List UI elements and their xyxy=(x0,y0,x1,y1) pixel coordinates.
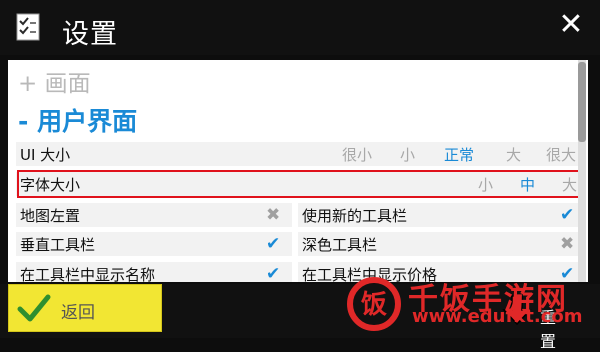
ui-size-label: UI 大小 xyxy=(20,146,71,164)
watermark-url: www.edufkt.com xyxy=(412,306,583,327)
svg-text:饭: 饭 xyxy=(361,290,387,320)
section-user-interface[interactable]: - 用户界面 xyxy=(18,102,137,138)
ui-size-row: UI 大小 很小 小 正常 大 很大 xyxy=(16,142,582,166)
toggle-row[interactable]: 使用新的工具栏 ✔ xyxy=(298,203,582,227)
toggle-label: 垂直工具栏 xyxy=(20,236,96,254)
watermark-logo-icon: 饭 xyxy=(347,277,401,331)
toggle-row[interactable]: 地图左置 ✖ xyxy=(16,203,292,227)
toggle-row[interactable]: 深色工具栏 ✖ xyxy=(298,232,582,256)
back-button[interactable]: 返回 xyxy=(8,284,162,332)
toggle-row[interactable]: 垂直工具栏 ✔ xyxy=(16,232,292,256)
ui-size-option-small[interactable]: 小 xyxy=(400,144,415,165)
ui-size-option-very-large[interactable]: 很大 xyxy=(546,144,576,165)
ui-size-option-large[interactable]: 大 xyxy=(506,144,521,165)
section-display-collapsed[interactable]: + 画面 xyxy=(18,64,91,98)
cross-icon[interactable]: ✖ xyxy=(560,234,574,254)
close-icon: ✕ xyxy=(558,7,584,42)
cross-icon[interactable]: ✖ xyxy=(266,205,280,225)
checklist-icon xyxy=(16,13,40,41)
toggle-label: 在工具栏中显示名称 xyxy=(20,266,156,282)
checkmark-icon xyxy=(17,294,51,322)
scrollbar[interactable] xyxy=(578,60,586,282)
toggle-row[interactable]: 在工具栏中显示名称 ✔ xyxy=(16,262,292,282)
highlight-box xyxy=(17,170,583,198)
toggle-label: 深色工具栏 xyxy=(302,236,378,254)
window-title: 设置 xyxy=(62,19,118,50)
checkmark-icon[interactable]: ✔ xyxy=(560,205,574,225)
ui-size-option-very-small[interactable]: 很小 xyxy=(342,144,372,165)
scrollbar-thumb[interactable] xyxy=(578,62,586,142)
toggle-label: 使用新的工具栏 xyxy=(302,207,408,225)
checkmark-icon[interactable]: ✔ xyxy=(266,234,280,254)
title-bar: 设置 ✕ xyxy=(0,0,600,55)
close-button[interactable]: ✕ xyxy=(556,10,586,40)
toggle-label: 地图左置 xyxy=(20,207,81,225)
back-button-label: 返回 xyxy=(61,303,95,323)
ui-size-option-normal[interactable]: 正常 xyxy=(444,144,474,165)
checkmark-icon[interactable]: ✔ xyxy=(266,264,280,282)
